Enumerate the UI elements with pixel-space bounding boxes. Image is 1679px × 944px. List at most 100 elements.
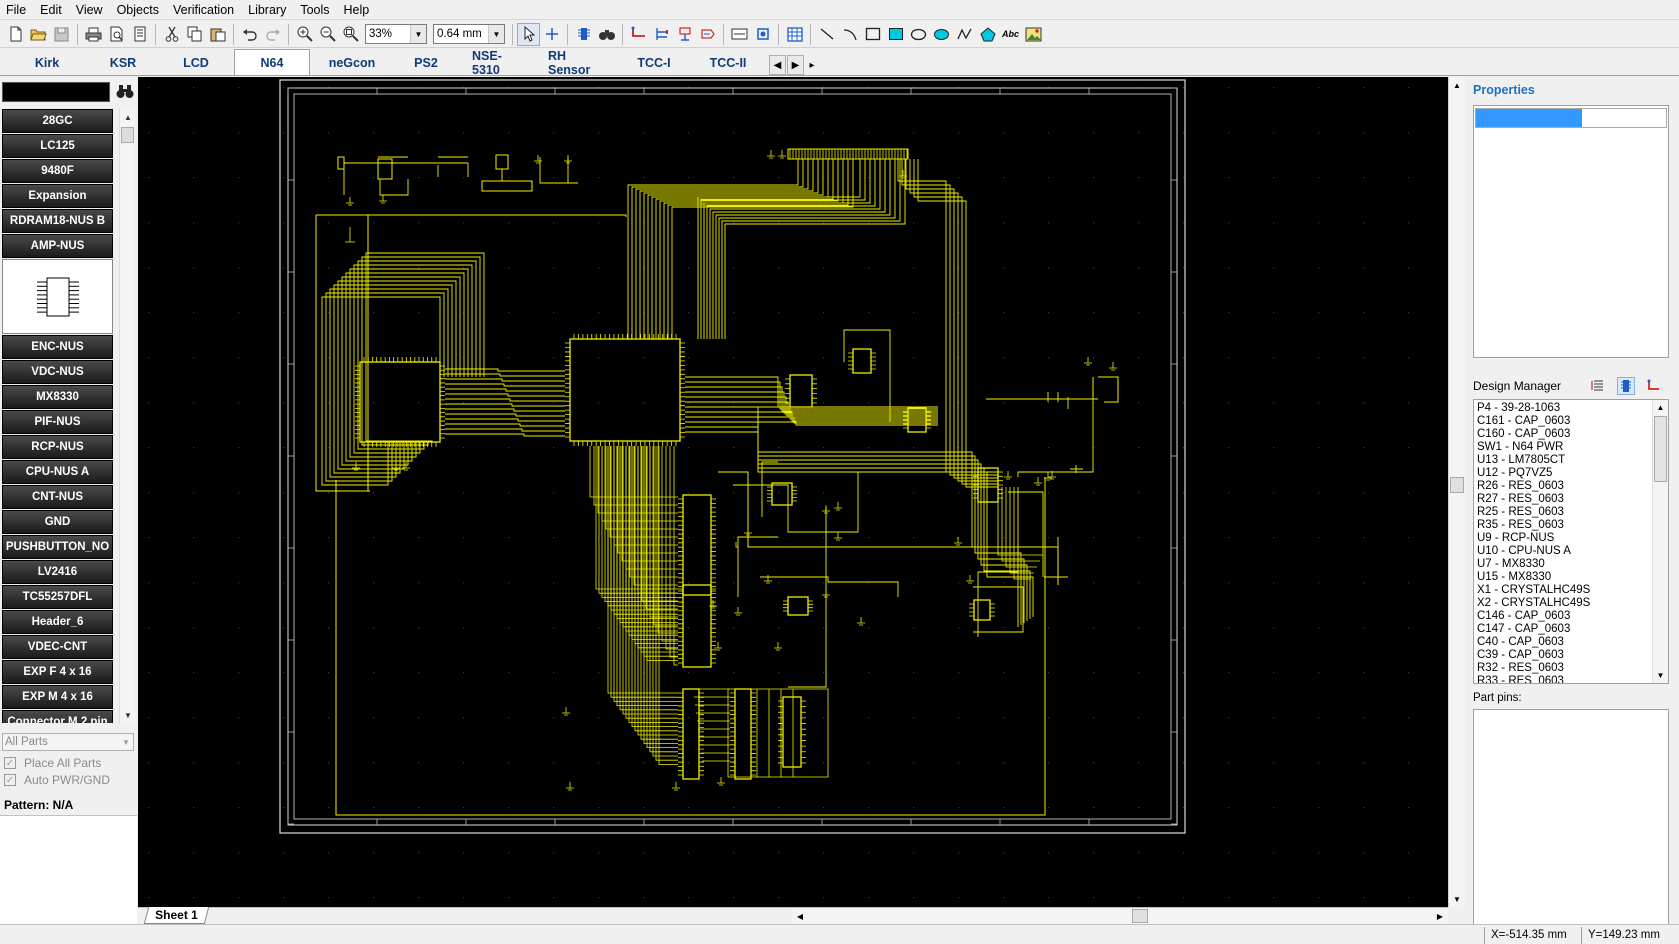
new-file-icon[interactable] [4,23,27,46]
properties-row[interactable] [1475,108,1667,128]
line-tool-icon[interactable] [815,23,838,46]
text-tool-icon[interactable]: Abc [999,23,1022,46]
zoom-select[interactable]: 33% ▼ [365,24,427,44]
canvas-horizontal-scrollbar[interactable]: ◀ ▶ [792,908,1448,925]
line-width-select[interactable]: 0.64 mm ▼ [433,24,505,44]
tab-tcc-i[interactable]: TCC-I [620,51,688,75]
tab-tcc-ii[interactable]: TCC-II [688,51,768,75]
part-button[interactable]: CPU-NUS A [2,460,113,484]
design-manager-list[interactable]: P4 - 39-28-1063 C161 - CAP_0603 C160 - CAP… [1473,399,1669,684]
port-icon[interactable] [696,23,719,46]
list-item[interactable]: SW1 - N64 PWR [1477,441,1647,454]
menu-edit[interactable]: Edit [33,0,69,20]
design-list-scrollbar[interactable]: ▲ ▼ [1652,400,1668,683]
list-item[interactable]: U10 - CPU-NUS A [1477,545,1647,558]
select-pointer-icon[interactable] [517,22,540,46]
part-search-input[interactable] [2,82,110,102]
part-button[interactable]: VDEC-CNT [2,635,113,659]
redo-icon[interactable] [261,23,284,46]
list-item[interactable]: R26 - RES_0603 [1477,480,1647,493]
menu-file[interactable]: File [0,0,33,20]
scroll-down-icon[interactable]: ▼ [120,707,136,723]
part-button[interactable]: MX8330 [2,385,113,409]
scroll-thumb[interactable] [1132,909,1148,923]
print-preview-icon[interactable] [105,23,128,46]
find-part-icon[interactable] [595,23,618,46]
tab-negcon[interactable]: neGcon [310,51,394,75]
crosshair-icon[interactable] [540,23,563,46]
settings-icon[interactable] [751,23,774,46]
paste-icon[interactable] [206,23,229,46]
menu-tools[interactable]: Tools [293,0,336,20]
list-item[interactable]: R35 - RES_0603 [1477,519,1647,532]
menu-help[interactable]: Help [337,0,377,20]
scroll-up-icon[interactable]: ▲ [1653,400,1668,415]
scroll-thumb[interactable] [1450,477,1464,493]
menu-verification[interactable]: Verification [166,0,241,20]
part-button[interactable]: RCP-NUS [2,435,113,459]
part-button[interactable]: EXP M 4 x 16 [2,685,113,709]
list-item[interactable]: C40 - CAP_0603 [1477,636,1647,649]
nets-view-icon[interactable] [1645,377,1663,395]
list-item[interactable]: C146 - CAP_0603 [1477,610,1647,623]
list-item[interactable]: P4 - 39-28-1063 [1477,402,1647,415]
canvas-vertical-scrollbar[interactable]: ▲ ▼ [1448,77,1465,907]
part-button[interactable]: PIF-NUS [2,410,113,434]
scroll-right-icon[interactable]: ▶ [1432,908,1448,924]
part-button[interactable]: LC125 [2,134,113,158]
list-item[interactable]: U13 - LM7805CT [1477,454,1647,467]
table-icon[interactable] [783,23,806,46]
copy-icon[interactable] [183,23,206,46]
properties-selected-cell[interactable] [1476,109,1582,127]
scroll-down-icon[interactable]: ▼ [1449,891,1465,907]
page-setup-icon[interactable] [128,23,151,46]
list-item[interactable]: U15 - MX8330 [1477,571,1647,584]
tab-scroll-left-icon[interactable]: ◀ [769,55,786,75]
tab-list-arrow-icon[interactable]: ▸ [805,55,819,75]
part-pins-list[interactable] [1473,709,1669,944]
arc-tool-icon[interactable] [838,23,861,46]
list-item[interactable]: R27 - RES_0603 [1477,493,1647,506]
rectangle-tool-icon[interactable] [861,23,884,46]
bus-tool-icon[interactable] [650,23,673,46]
part-button[interactable]: VDC-NUS [2,360,113,384]
zoom-out-icon[interactable] [316,23,339,46]
list-item[interactable]: R33 - RES_0603 [1477,675,1647,683]
save-icon[interactable] [50,23,73,46]
print-icon[interactable] [82,23,105,46]
part-button[interactable]: 28GC [2,109,113,133]
polyline-tool-icon[interactable] [953,23,976,46]
place-all-parts-checkbox[interactable]: ✓ Place All Parts [4,755,101,771]
auto-pwr-gnd-checkbox[interactable]: ✓ Auto PWR/GND [4,772,110,788]
scroll-left-icon[interactable]: ◀ [792,908,808,924]
part-button[interactable]: LV2416 [2,560,113,584]
list-item[interactable]: U12 - PQ7VZ5 [1477,467,1647,480]
tab-ps2[interactable]: PS2 [394,51,458,75]
wire-tool-icon[interactable] [627,23,650,46]
scroll-down-icon[interactable]: ▼ [1653,668,1668,683]
tab-lcd[interactable]: LCD [158,51,234,75]
list-item[interactable]: R32 - RES_0603 [1477,662,1647,675]
filled-rectangle-tool-icon[interactable] [884,23,907,46]
binoculars-icon[interactable] [116,83,134,101]
schematic-canvas[interactable] [138,77,1448,907]
scroll-up-icon[interactable]: ▲ [1449,77,1465,93]
polygon-tool-icon[interactable] [976,23,999,46]
list-item[interactable]: X2 - CRYSTALHC49S [1477,597,1647,610]
part-button[interactable]: Connector M 2 pin [2,710,113,723]
part-button[interactable]: CNT-NUS [2,485,113,509]
zoom-in-icon[interactable] [293,23,316,46]
list-item[interactable]: U9 - RCP-NUS [1477,532,1647,545]
menu-objects[interactable]: Objects [110,0,166,20]
list-item[interactable]: X1 - CRYSTALHC49S [1477,584,1647,597]
schematic-drawing[interactable] [138,77,1448,907]
ref-designator-icon[interactable] [728,23,751,46]
part-button[interactable]: RDRAM18-NUS B [2,209,113,233]
part-list-scrollbar[interactable]: ▲ ▼ [119,109,135,723]
properties-grid[interactable] [1473,105,1669,358]
part-button[interactable]: GND [2,510,113,534]
zoom-fit-icon[interactable] [339,23,362,46]
list-item[interactable]: C160 - CAP_0603 [1477,428,1647,441]
cut-icon[interactable] [160,23,183,46]
image-tool-icon[interactable] [1022,23,1045,46]
